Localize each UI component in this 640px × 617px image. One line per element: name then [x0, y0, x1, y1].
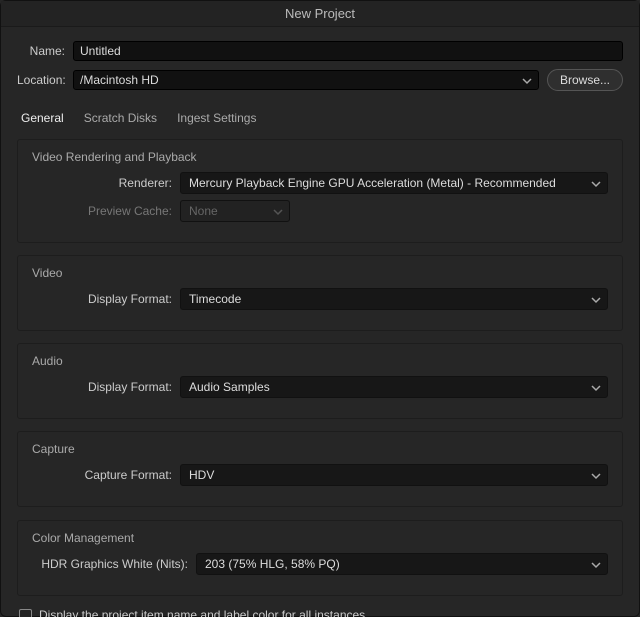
panel-title: Color Management: [32, 531, 608, 545]
panel-color-management: Color Management HDR Graphics White (Nit…: [17, 520, 623, 596]
audio-display-format-select[interactable]: Audio Samples: [180, 376, 608, 398]
panel-audio: Audio Display Format: Audio Samples: [17, 343, 623, 419]
chevron-down-icon: [591, 294, 601, 304]
chevron-down-icon: [591, 470, 601, 480]
capture-format-select[interactable]: HDV: [180, 464, 608, 486]
chevron-down-icon: [591, 559, 601, 569]
panel-title: Audio: [32, 354, 608, 368]
chevron-down-icon: [273, 206, 283, 216]
hdr-white-label: HDR Graphics White (Nits):: [32, 557, 196, 571]
renderer-row: Renderer: Mercury Playback Engine GPU Ac…: [32, 172, 608, 194]
video-display-format-label: Display Format:: [32, 292, 180, 306]
display-item-name-label: Display the project item name and label …: [39, 608, 365, 617]
tab-general[interactable]: General: [21, 107, 64, 129]
dialog-content: Name: Untitled Location: /Macintosh HD B…: [1, 27, 639, 617]
capture-format-label: Capture Format:: [32, 468, 180, 482]
name-row: Name: Untitled: [17, 41, 623, 61]
dialog-title: New Project: [1, 1, 639, 27]
location-label: Location:: [17, 73, 73, 87]
preview-cache-label: Preview Cache:: [32, 204, 180, 218]
panel-capture: Capture Capture Format: HDV: [17, 431, 623, 507]
preview-cache-row: Preview Cache: None: [32, 200, 608, 222]
location-row: Location: /Macintosh HD Browse...: [17, 69, 623, 91]
panel-video-rendering: Video Rendering and Playback Renderer: M…: [17, 139, 623, 243]
tab-ingest-settings[interactable]: Ingest Settings: [177, 107, 256, 129]
name-label: Name:: [17, 44, 73, 58]
display-item-name-checkbox[interactable]: [19, 609, 32, 617]
tab-scratch-disks[interactable]: Scratch Disks: [84, 107, 157, 129]
chevron-down-icon: [522, 75, 532, 85]
chevron-down-icon: [591, 178, 601, 188]
display-item-name-row: Display the project item name and label …: [19, 608, 621, 617]
new-project-dialog: New Project Name: Untitled Location: /Ma…: [0, 0, 640, 617]
panel-title: Video: [32, 266, 608, 280]
name-value: Untitled: [80, 44, 121, 58]
hdr-white-row: HDR Graphics White (Nits): 203 (75% HLG,…: [32, 553, 608, 575]
renderer-label: Renderer:: [32, 176, 180, 190]
audio-display-format-row: Display Format: Audio Samples: [32, 376, 608, 398]
tab-bar: General Scratch Disks Ingest Settings: [21, 107, 619, 129]
browse-button[interactable]: Browse...: [547, 69, 623, 91]
panel-title: Capture: [32, 442, 608, 456]
location-value: /Macintosh HD: [80, 73, 159, 87]
video-display-format-row: Display Format: Timecode: [32, 288, 608, 310]
preview-cache-select: None: [180, 200, 290, 222]
panel-title: Video Rendering and Playback: [32, 150, 608, 164]
name-input[interactable]: Untitled: [73, 41, 623, 61]
audio-display-format-label: Display Format:: [32, 380, 180, 394]
location-select[interactable]: /Macintosh HD: [73, 70, 539, 90]
panel-video: Video Display Format: Timecode: [17, 255, 623, 331]
capture-format-row: Capture Format: HDV: [32, 464, 608, 486]
chevron-down-icon: [591, 382, 601, 392]
renderer-select[interactable]: Mercury Playback Engine GPU Acceleration…: [180, 172, 608, 194]
hdr-white-select[interactable]: 203 (75% HLG, 58% PQ): [196, 553, 608, 575]
video-display-format-select[interactable]: Timecode: [180, 288, 608, 310]
